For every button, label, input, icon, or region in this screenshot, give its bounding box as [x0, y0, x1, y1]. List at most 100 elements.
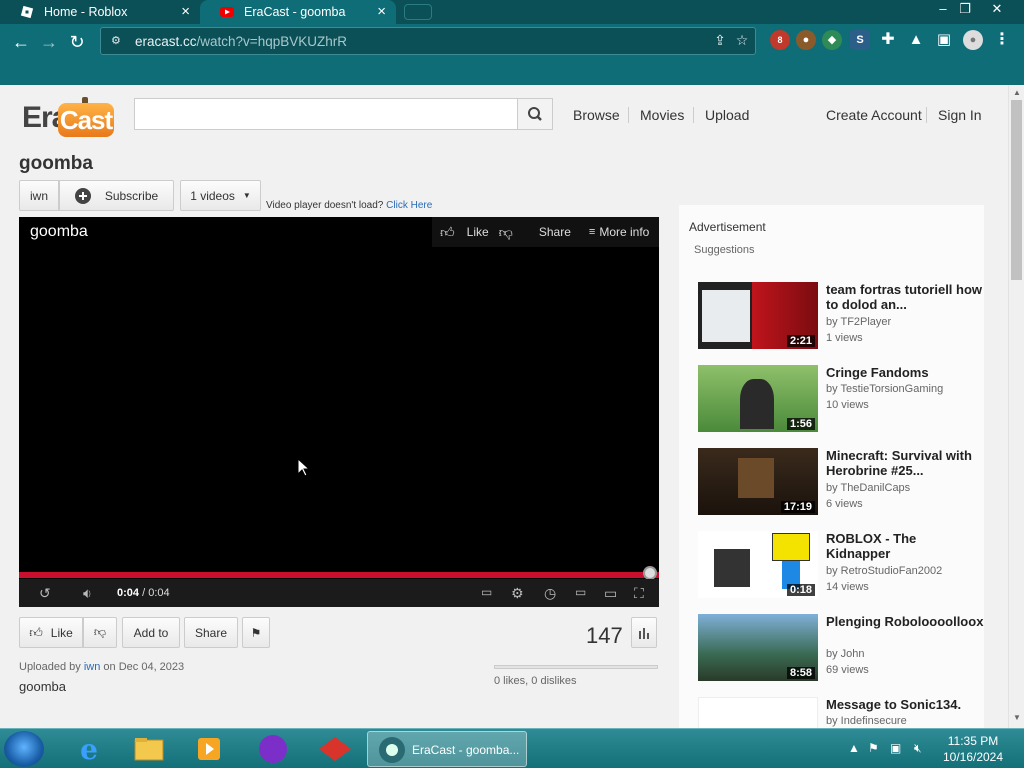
close-tab-icon[interactable]: ×: [181, 3, 190, 20]
volume-muted-icon[interactable]: 🔇︎: [914, 741, 922, 756]
address-bar[interactable]: ⚙ eracast.cc/watch?v=hqpBVKUZhrR ⇪ ☆: [100, 27, 756, 55]
add-to-button[interactable]: Add to: [122, 617, 180, 648]
scroll-down-icon[interactable]: ▼: [1013, 713, 1021, 722]
tab-eracast[interactable]: EraCast - goomba ×: [200, 0, 396, 24]
cookie-extension-icon[interactable]: ●: [796, 30, 816, 50]
settings-gear-icon[interactable]: ⚙: [511, 585, 524, 602]
media-player-icon[interactable]: [186, 732, 232, 766]
like-thumb-icon[interactable]: 👍︎: [440, 224, 455, 241]
dislike-button[interactable]: 👎︎: [83, 617, 117, 648]
start-button[interactable]: [4, 731, 44, 767]
close-window-icon[interactable]: ✕: [980, 0, 1014, 18]
lab-flask-icon[interactable]: ▲: [906, 30, 926, 50]
side-panel-icon[interactable]: ▣: [934, 30, 954, 50]
back-arrow-icon[interactable]: ←: [10, 32, 32, 54]
suggestion-item[interactable]: 2:21 team fortras tutoriell how to dolod…: [698, 282, 988, 352]
scrubber-handle[interactable]: [643, 566, 657, 580]
puzzle-extensions-icon[interactable]: ✚: [878, 30, 898, 50]
subscribe-button[interactable]: Subscribe: [59, 180, 174, 211]
video-player[interactable]: goomba 👍︎ Like 👎︎ Share ≡ More info ↺ 🔉︎…: [19, 217, 659, 607]
suggestion-title[interactable]: Message to Sonic134.: [826, 697, 984, 712]
player-like-button[interactable]: Like: [467, 225, 489, 239]
s-extension-icon[interactable]: S: [850, 30, 870, 50]
channel-button[interactable]: iwn: [19, 180, 59, 211]
flag-button[interactable]: ⚑: [242, 617, 270, 648]
video-thumbnail[interactable]: 17:19: [698, 448, 818, 515]
suggestions-sidebar: Advertisement Suggestions 2:21 team fort…: [679, 205, 984, 728]
suggestion-title[interactable]: Cringe Fandoms: [826, 365, 984, 380]
click-here-link[interactable]: Click Here: [386, 200, 432, 211]
suggestion-item[interactable]: 1:56 Cringe Fandoms by TestieTorsionGami…: [698, 365, 988, 435]
restore-icon[interactable]: ❐: [948, 0, 982, 18]
thumbnail-figure: [772, 533, 810, 561]
progress-bar[interactable]: [19, 566, 659, 580]
action-center-flag-icon[interactable]: ⚑: [868, 741, 879, 755]
purple-app-icon[interactable]: [250, 732, 296, 766]
suggestion-item[interactable]: 17:19 Minecraft: Survival with Herobrine…: [698, 448, 988, 518]
url-text[interactable]: eracast.cc/watch?v=hqpBVKUZhrR: [135, 34, 347, 49]
bookmark-star-icon[interactable]: ☆: [733, 32, 751, 50]
extension-badge-icon[interactable]: 8: [770, 30, 790, 50]
search-button[interactable]: [517, 98, 553, 130]
nav-create-account[interactable]: Create Account: [826, 107, 922, 123]
videos-count-dropdown[interactable]: 1 videos ▼: [180, 180, 261, 211]
new-tab-button[interactable]: [404, 4, 432, 20]
video-thumbnail[interactable]: 8:58: [698, 614, 818, 681]
more-info-button[interactable]: More info: [599, 225, 649, 239]
nav-browse[interactable]: Browse: [573, 107, 620, 123]
browser-menu-icon[interactable]: ⋮: [992, 30, 1012, 50]
suggestion-item[interactable]: 0:18 ROBLOX - The Kidnapper by RetroStud…: [698, 531, 988, 601]
browser-tab-bar: Home - Roblox × EraCast - goomba × – ❐ ✕: [0, 0, 1024, 24]
video-thumbnail[interactable]: [698, 697, 818, 728]
file-explorer-icon[interactable]: [126, 732, 172, 766]
captions-icon[interactable]: ▭: [481, 585, 492, 599]
nav-upload[interactable]: Upload: [705, 107, 749, 123]
red-app-icon[interactable]: [312, 732, 358, 766]
scroll-up-icon[interactable]: ▲: [1013, 88, 1021, 97]
internet-explorer-icon[interactable]: e: [66, 732, 112, 766]
more-info-icon[interactable]: ≡: [589, 226, 595, 238]
close-tab-icon[interactable]: ×: [377, 3, 386, 20]
suggestion-item[interactable]: 8:58 Plenging Roboloooolloox by John 69 …: [698, 614, 988, 684]
video-title: goomba: [19, 153, 93, 174]
large-player-icon[interactable]: ▭: [604, 585, 617, 602]
reload-icon[interactable]: ↻: [66, 32, 88, 54]
rating-text: 0 likes, 0 dislikes: [494, 675, 577, 687]
suggestion-item[interactable]: Message to Sonic134. by Indefinsecure: [698, 697, 988, 728]
suggestion-author: by TheDanilCaps: [826, 482, 911, 494]
green-extension-icon[interactable]: ◆: [822, 30, 842, 50]
video-thumbnail[interactable]: 0:18: [698, 531, 818, 598]
suggestion-title[interactable]: ROBLOX - The Kidnapper: [826, 531, 984, 561]
like-button[interactable]: 👍︎ Like: [19, 617, 83, 648]
suggestion-title[interactable]: Plenging Roboloooolloox: [826, 614, 984, 629]
share-button[interactable]: Share: [184, 617, 238, 648]
scrollbar-thumb[interactable]: [1011, 100, 1022, 280]
network-icon[interactable]: ▣: [890, 741, 901, 755]
stats-button[interactable]: [631, 617, 657, 648]
video-thumbnail[interactable]: 2:21: [698, 282, 818, 349]
watch-later-clock-icon[interactable]: ◷: [544, 585, 556, 602]
tray-expand-icon[interactable]: ▲: [848, 741, 860, 755]
profile-avatar[interactable]: ●: [963, 30, 983, 50]
dislike-thumb-icon[interactable]: 👎︎: [499, 224, 513, 241]
eracast-logo[interactable]: Era Cast: [22, 97, 116, 139]
system-clock[interactable]: 11:35 PM 10/16/2024: [930, 733, 1016, 765]
taskbar-eracast-window[interactable]: EraCast - goomba...: [367, 731, 527, 767]
volume-icon[interactable]: 🔉︎: [83, 585, 92, 602]
page-scrollbar[interactable]: ▲ ▼: [1008, 85, 1024, 728]
forward-arrow-icon[interactable]: →: [38, 32, 60, 54]
share-page-icon[interactable]: ⇪: [711, 32, 729, 50]
small-player-icon[interactable]: ▭: [575, 585, 586, 599]
suggestion-title[interactable]: Minecraft: Survival with Herobrine #25..…: [826, 448, 984, 478]
replay-icon[interactable]: ↺: [39, 585, 51, 602]
site-info-icon[interactable]: ⚙: [111, 34, 125, 48]
video-thumbnail[interactable]: 1:56: [698, 365, 818, 432]
nav-sign-in[interactable]: Sign In: [938, 107, 982, 123]
suggestion-title[interactable]: team fortras tutoriell how to dolod an..…: [826, 282, 984, 312]
player-share-button[interactable]: Share: [539, 225, 571, 239]
search-input[interactable]: [134, 98, 518, 130]
fullscreen-icon[interactable]: ⛶: [634, 585, 644, 602]
nav-movies[interactable]: Movies: [640, 107, 684, 123]
uploader-link[interactable]: iwn: [84, 661, 101, 673]
tab-roblox[interactable]: Home - Roblox ×: [0, 0, 200, 24]
